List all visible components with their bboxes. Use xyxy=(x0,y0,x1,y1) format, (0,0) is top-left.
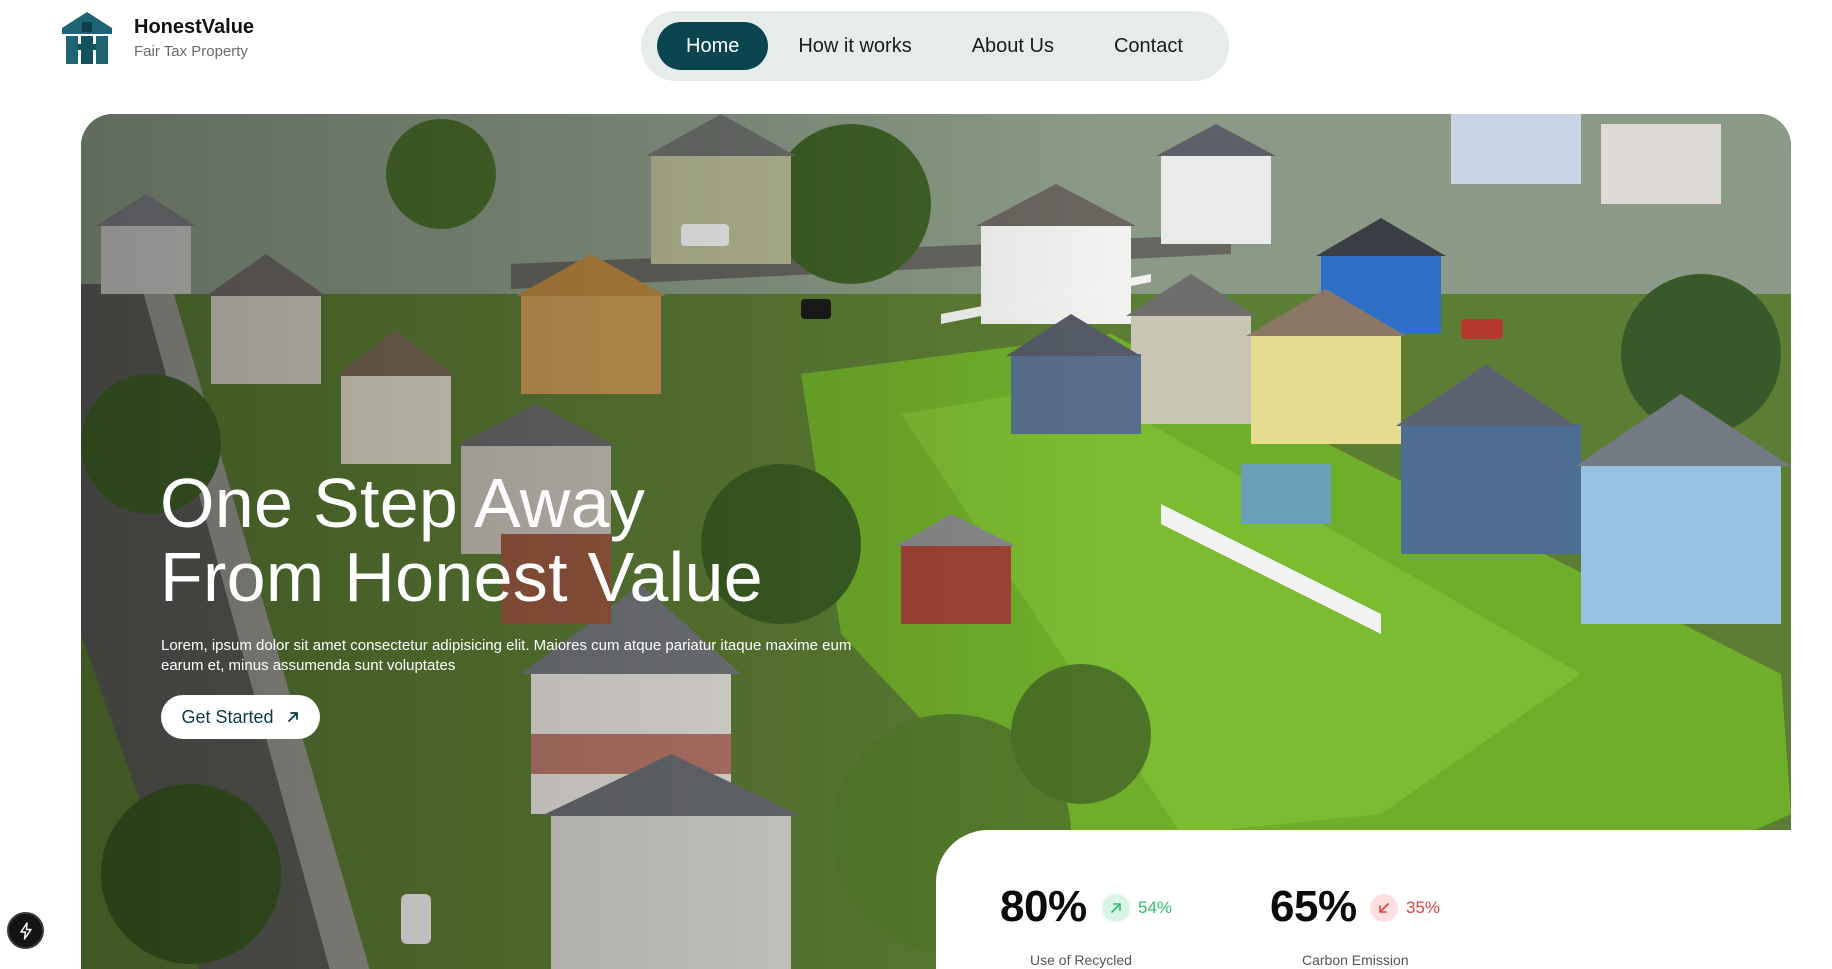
brand[interactable]: HonestValue Fair Tax Property xyxy=(60,10,254,66)
nav-item-about-us[interactable]: About Us xyxy=(942,22,1084,70)
hero-title-line-2: From Honest Value xyxy=(160,538,763,616)
get-started-label: Get Started xyxy=(181,706,274,727)
nav-item-contact[interactable]: Contact xyxy=(1084,22,1213,70)
stat-value: 65% xyxy=(1270,882,1357,931)
hero-title-line-1: One Step Away xyxy=(160,464,646,542)
trend-badge xyxy=(1370,894,1398,922)
stat-value: 80% xyxy=(1000,882,1087,931)
stats-card: 80% 54% Use of Recycled 65% 35% Carbon E… xyxy=(936,830,1832,969)
nav-item-how-it-works[interactable]: How it works xyxy=(768,22,941,70)
stat-change: 54% xyxy=(1102,894,1172,922)
nav-item-home[interactable]: Home xyxy=(657,22,769,70)
stat-change-value: 54% xyxy=(1138,898,1173,917)
lightning-bolt-icon xyxy=(19,921,32,940)
stat-change: 35% xyxy=(1370,894,1440,922)
lightning-bolt-button[interactable] xyxy=(7,912,44,949)
stat-recycled: 80% 54% Use of Recycled xyxy=(1000,882,1172,968)
arrow-up-right-icon xyxy=(1111,903,1121,913)
arrow-down-left-icon xyxy=(1379,903,1389,913)
hero-title: One Step Away From Honest Value xyxy=(160,466,763,614)
main-nav: Home How it works About Us Contact xyxy=(641,11,1229,81)
stat-label: Carbon Emission xyxy=(1302,952,1409,968)
arrow-up-right-icon xyxy=(287,712,298,722)
brand-tagline: Fair Tax Property xyxy=(134,42,248,60)
trend-badge xyxy=(1102,894,1130,922)
brand-logo-icon xyxy=(62,12,112,64)
stat-carbon: 65% 35% Carbon Emission xyxy=(1270,882,1440,968)
stat-change-value: 35% xyxy=(1406,898,1441,917)
hero-description: Lorem, ipsum dolor sit amet consectetur … xyxy=(161,637,852,674)
brand-name: HonestValue xyxy=(134,15,255,38)
get-started-button[interactable]: Get Started xyxy=(161,695,320,739)
stat-label: Use of Recycled xyxy=(1030,952,1132,968)
